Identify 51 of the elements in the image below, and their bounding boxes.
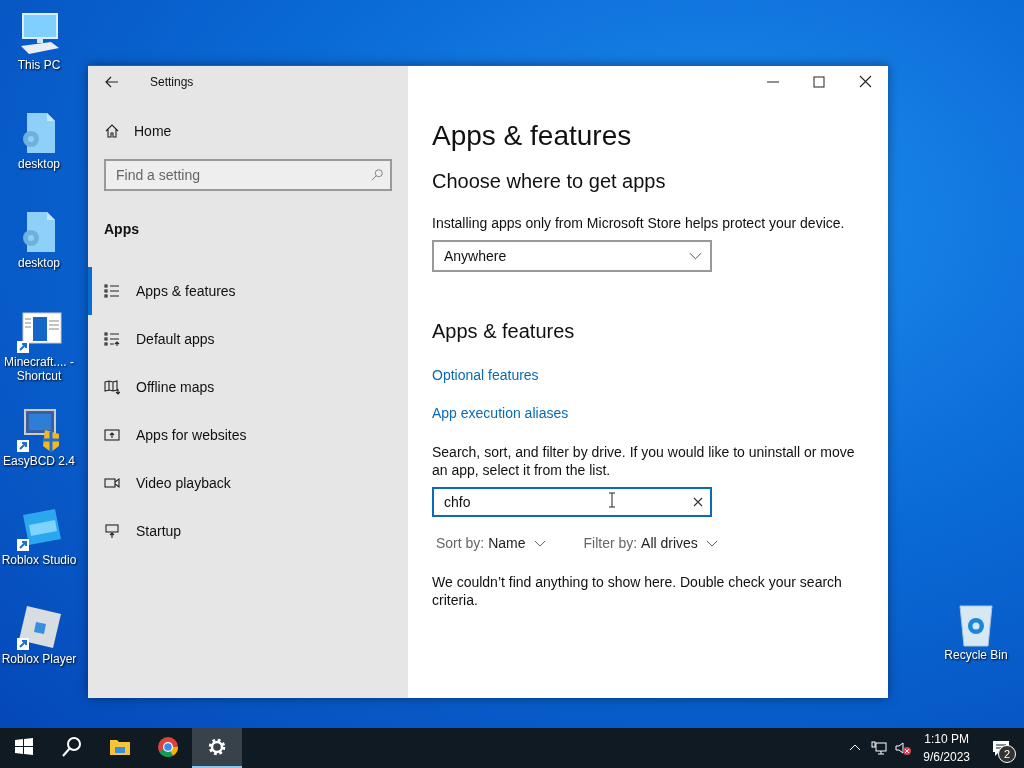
search-field[interactable]: chfo	[432, 487, 712, 517]
link[interactable]: Optional features	[432, 367, 539, 383]
network-icon[interactable]	[871, 740, 888, 756]
icon-label: Roblox Player	[0, 652, 78, 666]
icon-label: desktop	[17, 256, 61, 270]
link[interactable]: App execution aliases	[432, 405, 569, 421]
section-heading: Apps & features	[432, 320, 575, 343]
chevron-down-icon	[533, 539, 546, 547]
browser-icon	[156, 735, 180, 759]
home-icon	[104, 123, 120, 139]
nav-item[interactable]: Offline maps	[88, 363, 408, 411]
search-icon	[370, 168, 384, 182]
text-cursor-icon	[608, 492, 616, 508]
description-text: Installing apps only from Microsoft Store helps protect your device.	[432, 214, 845, 232]
empty-message: We couldn’t find anything to show here. Double check your search criteria.	[432, 573, 843, 609]
list-icon	[104, 331, 120, 347]
camera-icon	[104, 475, 120, 491]
map-icon	[104, 379, 120, 395]
section-heading: Choose where to get apps	[432, 170, 666, 193]
notification-badge: 2	[998, 745, 1016, 763]
icon-label: This PC	[16, 58, 62, 72]
web-icon	[104, 427, 120, 443]
home-link[interactable]: Home	[104, 123, 172, 139]
icon-label: Recycle Bin	[943, 648, 1009, 662]
icon-label: EasyBCD 2.4	[2, 454, 76, 468]
nav-item[interactable]: Video playback	[88, 459, 408, 507]
filter-dropdown[interactable]: Filter by: All drives	[583, 535, 718, 551]
chevron-down-icon	[689, 252, 702, 260]
section-heading: Apps	[104, 221, 139, 237]
settings-button[interactable]	[192, 728, 242, 768]
back-arrow-icon[interactable]	[104, 74, 120, 90]
chevron-down-icon	[705, 539, 718, 547]
source-dropdown[interactable]: Anywhere	[432, 240, 712, 272]
nav-item[interactable]: Startup	[88, 507, 408, 555]
search-field[interactable]: Find a setting	[104, 159, 392, 191]
nav-item[interactable]: Default apps	[88, 315, 408, 363]
icon-label: desktop	[17, 157, 61, 171]
sort-dropdown[interactable]: Sort by: Name	[436, 535, 546, 551]
player-icon[interactable]	[15, 604, 63, 652]
window-title: Settings	[150, 75, 194, 89]
startup-icon	[104, 523, 120, 539]
search-icon	[60, 735, 84, 759]
icon-label: Minecraft.... - Shortcut	[3, 355, 75, 383]
description-text: Search, sort, and filter by drive. If you would like to uninstall or move an app, select it from the list.	[432, 443, 856, 479]
nav-item[interactable]: Apps for websites	[88, 411, 408, 459]
list-icon	[104, 283, 120, 299]
volume-muted-icon[interactable]	[895, 740, 912, 756]
clear-icon[interactable]	[693, 497, 703, 507]
page-title: Apps & features	[432, 120, 632, 152]
clock[interactable]: 1:10 PM 9/6/2023	[915, 728, 978, 768]
icon-label: Roblox Studio	[0, 553, 78, 567]
